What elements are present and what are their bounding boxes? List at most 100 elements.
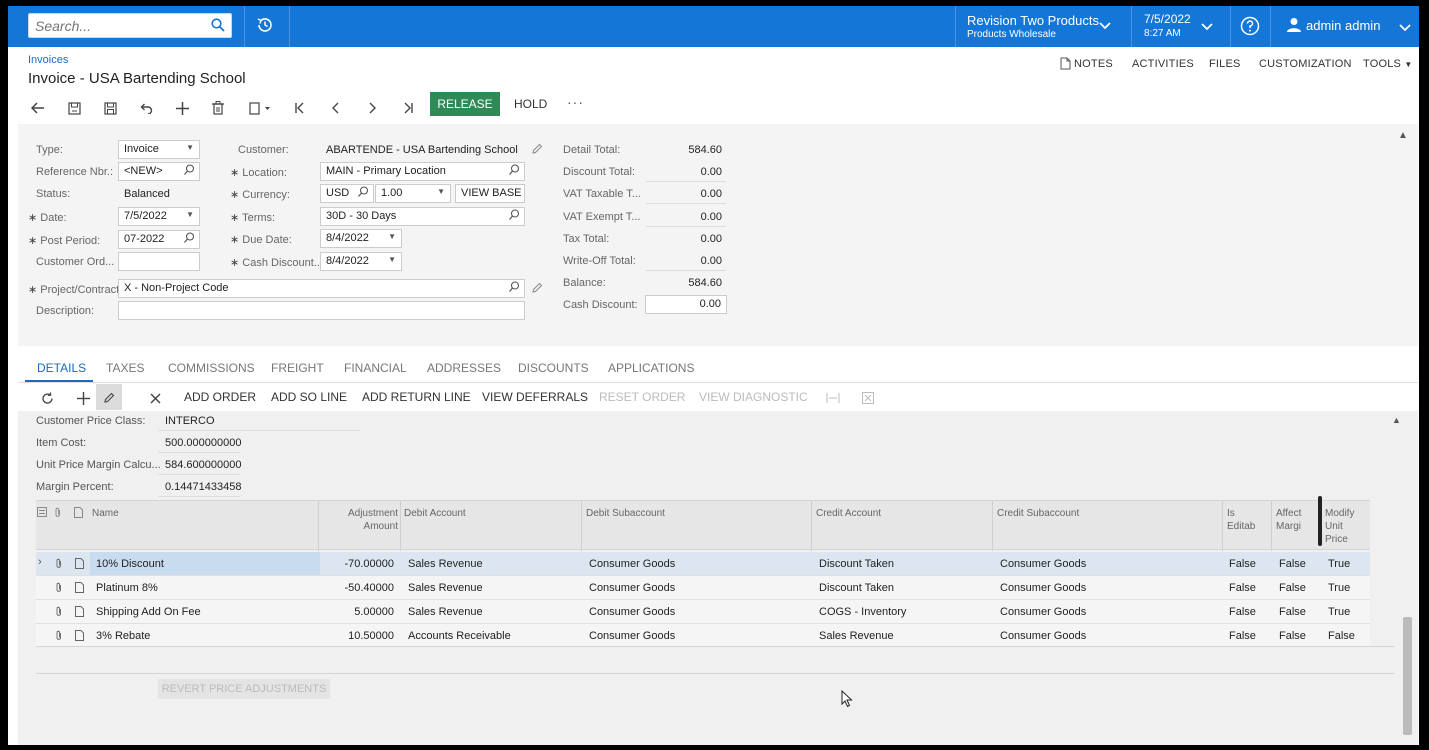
column-adjustment-amount[interactable]: Adjustment Amount	[336, 507, 398, 533]
row-affects-margin[interactable]: False	[1279, 558, 1306, 570]
column-debit-subaccount[interactable]: Debit Subaccount	[586, 507, 665, 520]
save-icon[interactable]	[100, 98, 120, 118]
row-is-editable[interactable]: False	[1229, 558, 1256, 570]
expand-row-icon[interactable]: ›	[38, 556, 42, 568]
files-button[interactable]: FILES	[1209, 58, 1241, 70]
currency-field[interactable]: USD	[320, 184, 374, 203]
tab-financial[interactable]: FINANCIAL	[344, 361, 407, 375]
export-excel-icon[interactable]	[858, 388, 878, 408]
search-icon[interactable]	[211, 18, 225, 35]
activities-button[interactable]: ACTIVITIES	[1132, 58, 1194, 70]
search-icon[interactable]	[509, 164, 520, 178]
tab-applications[interactable]: APPLICATIONS	[608, 361, 694, 375]
row-credit-subaccount[interactable]: Consumer Goods	[1000, 606, 1086, 618]
column-is-editable[interactable]: Is Editab	[1227, 507, 1255, 533]
undo-icon[interactable]	[136, 98, 156, 118]
add-order-button[interactable]: ADD ORDER	[184, 390, 256, 404]
row-debit-account[interactable]: Accounts Receivable	[408, 630, 511, 642]
collapse-icon[interactable]: ▲	[1398, 130, 1408, 141]
last-record-icon[interactable]	[398, 98, 418, 118]
view-diagnostic-button[interactable]: VIEW DIAGNOSTIC	[699, 390, 808, 404]
view-base-button[interactable]: VIEW BASE	[455, 184, 525, 203]
row-credit-subaccount[interactable]: Consumer Goods	[1000, 558, 1086, 570]
attachment-icon[interactable]	[55, 558, 63, 572]
currency-rate-field[interactable]: 1.00 ▼	[375, 184, 451, 203]
reset-order-button[interactable]: RESET ORDER	[599, 390, 685, 404]
row-name[interactable]: Platinum 8%	[96, 582, 158, 594]
row-debit-subaccount[interactable]: Consumer Goods	[589, 606, 675, 618]
help-icon[interactable]	[1240, 16, 1260, 39]
row-name[interactable]: 10% Discount	[96, 558, 164, 570]
search-icon[interactable]	[184, 232, 195, 246]
table-row[interactable]: 3% Rebate 10.50000 Accounts Receivable C…	[36, 624, 1370, 648]
edit-pencil-icon[interactable]	[99, 388, 119, 408]
column-modify-unit-price[interactable]: Modify Unit Price	[1325, 507, 1354, 546]
add-row-icon[interactable]	[73, 388, 93, 408]
scroll-up-icon[interactable]: ▲	[1392, 415, 1401, 425]
due-date-field[interactable]: 8/4/2022 ▼	[320, 229, 402, 248]
business-date[interactable]: 7/5/2022 8:27 AM	[1144, 12, 1191, 39]
row-affects-margin[interactable]: False	[1279, 606, 1306, 618]
row-is-editable[interactable]: False	[1229, 606, 1256, 618]
delete-icon[interactable]	[208, 98, 228, 118]
terms-field[interactable]: 30D - 30 Days	[320, 207, 525, 226]
row-amount[interactable]: 5.00000	[316, 606, 394, 618]
column-credit-account[interactable]: Credit Account	[816, 507, 881, 520]
refresh-icon[interactable]	[37, 388, 57, 408]
tab-freight[interactable]: FREIGHT	[271, 361, 324, 375]
back-icon[interactable]	[28, 98, 48, 118]
note-icon[interactable]	[75, 606, 84, 620]
tab-commissions[interactable]: COMMISSIONS	[168, 361, 255, 375]
row-modify-unit-price[interactable]: False	[1328, 630, 1355, 642]
save-close-icon[interactable]	[64, 98, 84, 118]
row-selector-icon[interactable]	[37, 507, 47, 521]
add-so-line-button[interactable]: ADD SO LINE	[271, 390, 347, 404]
date-field[interactable]: 7/5/2022 ▼	[118, 207, 200, 226]
table-row[interactable]: Shipping Add On Fee 5.00000 Sales Revenu…	[36, 600, 1370, 624]
delete-row-icon[interactable]	[145, 388, 165, 408]
note-icon[interactable]	[75, 582, 84, 596]
location-field[interactable]: MAIN - Primary Location	[320, 162, 525, 181]
row-credit-account[interactable]: Discount Taken	[819, 558, 894, 570]
table-row[interactable]: Platinum 8% -50.40000 Sales Revenue Cons…	[36, 576, 1370, 600]
copy-paste-icon[interactable]	[246, 98, 274, 118]
tab-taxes[interactable]: TAXES	[106, 361, 144, 375]
row-debit-subaccount[interactable]: Consumer Goods	[589, 630, 675, 642]
row-amount[interactable]: -70.00000	[316, 558, 394, 570]
column-credit-subaccount[interactable]: Credit Subaccount	[997, 507, 1079, 520]
add-icon[interactable]	[172, 98, 192, 118]
search-box[interactable]	[28, 13, 232, 38]
chevron-down-icon[interactable]	[1201, 22, 1213, 34]
row-debit-account[interactable]: Sales Revenue	[408, 582, 483, 594]
customer-ord-field[interactable]	[118, 252, 200, 271]
row-credit-account[interactable]: COGS - Inventory	[819, 606, 906, 618]
attachment-icon[interactable]	[55, 582, 63, 596]
edit-pencil-icon[interactable]	[531, 143, 543, 158]
cash-discount-field[interactable]: 0.00	[645, 295, 727, 314]
row-affects-margin[interactable]: False	[1279, 630, 1306, 642]
chevron-down-icon[interactable]	[1099, 21, 1111, 33]
description-field[interactable]	[118, 301, 525, 320]
row-amount[interactable]: 10.50000	[316, 630, 394, 642]
hold-button[interactable]: HOLD	[514, 97, 547, 111]
cash-discount-date-field[interactable]: 8/4/2022 ▼	[320, 252, 402, 271]
row-credit-account[interactable]: Sales Revenue	[819, 630, 894, 642]
row-modify-unit-price[interactable]: True	[1328, 582, 1350, 594]
row-name[interactable]: 3% Rebate	[96, 630, 150, 642]
tab-addresses[interactable]: ADDRESSES	[427, 361, 501, 375]
row-debit-subaccount[interactable]: Consumer Goods	[589, 558, 675, 570]
customization-button[interactable]: CUSTOMIZATION	[1259, 58, 1352, 70]
breadcrumb[interactable]: Invoices	[28, 54, 68, 66]
attachment-icon[interactable]	[55, 606, 63, 620]
tenant-switcher[interactable]: Revision Two Products Products Wholesale	[967, 13, 1099, 40]
attachment-icon[interactable]	[55, 630, 63, 644]
customer-value[interactable]: ABARTENDE - USA Bartending School	[326, 144, 518, 156]
row-affects-margin[interactable]: False	[1279, 582, 1306, 594]
history-icon[interactable]	[255, 15, 275, 38]
column-affects-margin[interactable]: Affect Margi	[1276, 507, 1301, 533]
note-icon[interactable]	[75, 630, 84, 644]
row-is-editable[interactable]: False	[1229, 630, 1256, 642]
search-icon[interactable]	[509, 209, 520, 223]
notes-button[interactable]: NOTES	[1060, 57, 1113, 70]
previous-record-icon[interactable]	[326, 98, 346, 118]
